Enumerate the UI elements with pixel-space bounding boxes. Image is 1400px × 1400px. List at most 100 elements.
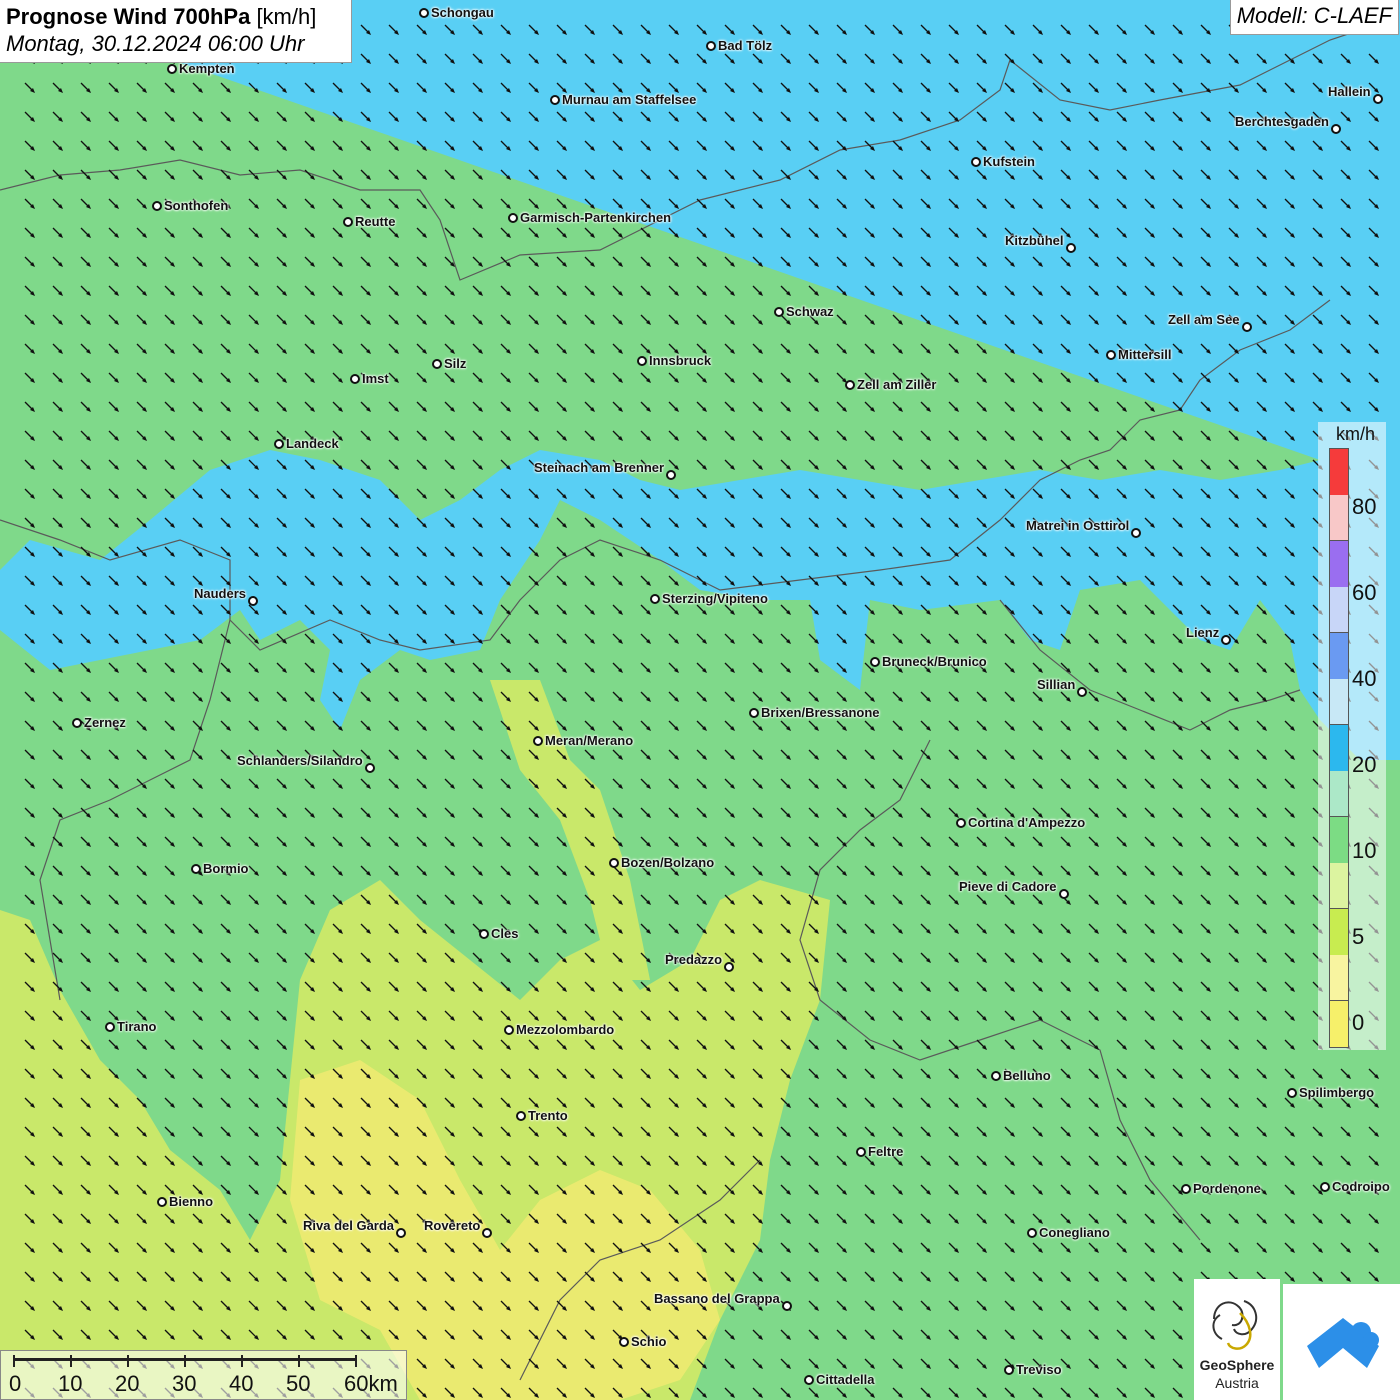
city-marker-icon[interactable] xyxy=(1242,322,1252,332)
city-marker-icon[interactable] xyxy=(152,201,162,211)
city-label[interactable]: Zell am See xyxy=(1168,313,1240,327)
city-marker-icon[interactable] xyxy=(870,657,880,667)
city-label[interactable]: Zell am Ziller xyxy=(857,378,936,392)
city-marker-icon[interactable] xyxy=(782,1301,792,1311)
city-marker-icon[interactable] xyxy=(1027,1228,1037,1238)
city-label[interactable]: Berchtesgaden xyxy=(1235,115,1329,129)
city-marker-icon[interactable] xyxy=(396,1228,406,1238)
city-marker-icon[interactable] xyxy=(365,763,375,773)
city-label[interactable]: Garmisch-Partenkirchen xyxy=(520,211,671,225)
city-marker-icon[interactable] xyxy=(637,356,647,366)
city-marker-icon[interactable] xyxy=(845,380,855,390)
city-label[interactable]: Belluno xyxy=(1003,1069,1051,1083)
city-marker-icon[interactable] xyxy=(956,818,966,828)
city-marker-icon[interactable] xyxy=(749,708,759,718)
city-marker-icon[interactable] xyxy=(1331,124,1341,134)
city-label[interactable]: Meran/Merano xyxy=(545,734,633,748)
city-marker-icon[interactable] xyxy=(1320,1182,1330,1192)
city-label[interactable]: Schio xyxy=(631,1335,666,1349)
city-label[interactable]: Cittadella xyxy=(816,1373,875,1387)
city-marker-icon[interactable] xyxy=(1287,1088,1297,1098)
city-label[interactable]: Hallein xyxy=(1328,85,1371,99)
city-label[interactable]: Bruneck/Brunico xyxy=(882,655,987,669)
city-label[interactable]: Mezzolombardo xyxy=(516,1023,614,1037)
city-label[interactable]: Silz xyxy=(444,357,466,371)
city-marker-icon[interactable] xyxy=(1077,687,1087,697)
city-marker-icon[interactable] xyxy=(167,64,177,74)
city-label[interactable]: Innsbruck xyxy=(649,354,711,368)
city-label[interactable]: Reutte xyxy=(355,215,395,229)
city-marker-icon[interactable] xyxy=(650,594,660,604)
city-label[interactable]: Codroipo xyxy=(1332,1180,1390,1194)
city-label[interactable]: Brixen/Bressanone xyxy=(761,706,880,720)
city-marker-icon[interactable] xyxy=(550,95,560,105)
city-marker-icon[interactable] xyxy=(504,1025,514,1035)
city-label[interactable]: Kempten xyxy=(179,62,235,76)
city-label[interactable]: Feltre xyxy=(868,1145,903,1159)
city-marker-icon[interactable] xyxy=(1131,528,1141,538)
city-marker-icon[interactable] xyxy=(1004,1365,1014,1375)
city-label[interactable]: Bozen/Bolzano xyxy=(621,856,714,870)
city-label[interactable]: Mittersill xyxy=(1118,348,1171,362)
weather-app-logo[interactable] xyxy=(1283,1284,1400,1400)
city-marker-icon[interactable] xyxy=(105,1022,115,1032)
city-marker-icon[interactable] xyxy=(72,718,82,728)
city-label[interactable]: Spilimbergo xyxy=(1299,1086,1374,1100)
city-label[interactable]: Kitzbühel xyxy=(1005,234,1064,248)
city-marker-icon[interactable] xyxy=(432,359,442,369)
city-marker-icon[interactable] xyxy=(1066,243,1076,253)
city-label[interactable]: Zernez xyxy=(84,716,126,730)
city-label[interactable]: Murnau am Staffelsee xyxy=(562,93,696,107)
city-marker-icon[interactable] xyxy=(774,307,784,317)
city-label[interactable]: Riva del Garda xyxy=(303,1219,394,1233)
city-marker-icon[interactable] xyxy=(856,1147,866,1157)
city-label[interactable]: Schwaz xyxy=(786,305,834,319)
city-label[interactable]: Sillian xyxy=(1037,678,1075,692)
city-label[interactable]: Lienz xyxy=(1186,626,1219,640)
city-label[interactable]: Steinach am Brenner xyxy=(534,461,664,475)
city-label[interactable]: Landeck xyxy=(286,437,339,451)
city-marker-icon[interactable] xyxy=(804,1375,814,1385)
city-marker-icon[interactable] xyxy=(508,213,518,223)
city-label[interactable]: Treviso xyxy=(1016,1363,1062,1377)
city-label[interactable]: Predazzo xyxy=(665,953,722,967)
city-marker-icon[interactable] xyxy=(1106,350,1116,360)
city-marker-icon[interactable] xyxy=(1373,94,1383,104)
city-label[interactable]: Pordenone xyxy=(1193,1182,1261,1196)
city-marker-icon[interactable] xyxy=(533,736,543,746)
city-marker-icon[interactable] xyxy=(350,374,360,384)
city-label[interactable]: Schlanders/Silandro xyxy=(237,754,363,768)
city-marker-icon[interactable] xyxy=(482,1228,492,1238)
city-marker-icon[interactable] xyxy=(248,596,258,606)
city-marker-icon[interactable] xyxy=(343,217,353,227)
city-label[interactable]: Bassano del Grappa xyxy=(654,1292,780,1306)
city-label[interactable]: Cortina d'Ampezzo xyxy=(968,816,1085,830)
city-label[interactable]: Schongau xyxy=(431,6,494,20)
city-marker-icon[interactable] xyxy=(274,439,284,449)
city-label[interactable]: Cles xyxy=(491,927,518,941)
city-label[interactable]: Kufstein xyxy=(983,155,1035,169)
city-label[interactable]: Imst xyxy=(362,372,389,386)
city-marker-icon[interactable] xyxy=(619,1337,629,1347)
city-marker-icon[interactable] xyxy=(516,1111,526,1121)
city-label[interactable]: Bienno xyxy=(169,1195,213,1209)
city-marker-icon[interactable] xyxy=(666,470,676,480)
city-marker-icon[interactable] xyxy=(419,8,429,18)
city-label[interactable]: Conegliano xyxy=(1039,1226,1110,1240)
wind-map[interactable]: Prognose Wind 700hPa [km/h] Montag, 30.1… xyxy=(0,0,1400,1400)
city-label[interactable]: Trento xyxy=(528,1109,568,1123)
city-label[interactable]: Sterzing/Vipiteno xyxy=(662,592,768,606)
city-marker-icon[interactable] xyxy=(971,157,981,167)
city-label[interactable]: Tirano xyxy=(117,1020,157,1034)
city-marker-icon[interactable] xyxy=(991,1071,1001,1081)
city-marker-icon[interactable] xyxy=(157,1197,167,1207)
city-marker-icon[interactable] xyxy=(609,858,619,868)
city-label[interactable]: Pieve di Cadore xyxy=(959,880,1057,894)
city-marker-icon[interactable] xyxy=(706,41,716,51)
city-marker-icon[interactable] xyxy=(1059,889,1069,899)
city-label[interactable]: Bormio xyxy=(203,862,249,876)
city-label[interactable]: Bad Tölz xyxy=(718,39,772,53)
city-marker-icon[interactable] xyxy=(724,962,734,972)
city-label[interactable]: Nauders xyxy=(194,587,246,601)
city-label[interactable]: Rovereto xyxy=(424,1219,480,1233)
